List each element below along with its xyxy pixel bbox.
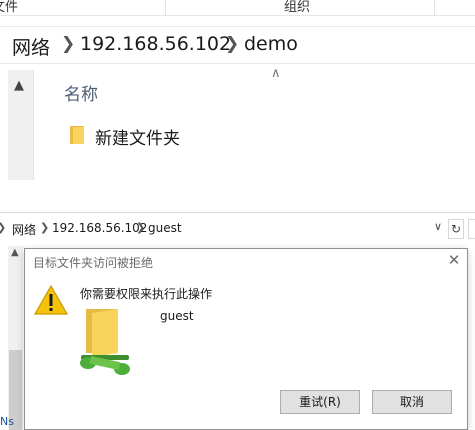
breadcrumb-folder[interactable]: demo — [244, 33, 298, 55]
breadcrumb-host[interactable]: 192.168.56.102 — [80, 33, 231, 55]
folder-icon — [70, 126, 84, 144]
ribbon-separator — [165, 0, 166, 16]
column-header-name[interactable]: 名称 — [64, 80, 98, 105]
scroll-up-icon[interactable]: ▲ — [14, 78, 24, 93]
address-bar[interactable]: 网络 ❯ 192.168.56.102 ❯ demo — [0, 26, 475, 64]
dialog-item-name: guest — [160, 309, 194, 323]
network-folder-icon — [80, 309, 130, 375]
ribbon-strip: 文件 组织 — [0, 0, 475, 16]
window-divider — [0, 212, 475, 213]
dialog-title: 目标文件夹访问被拒绝 — [33, 256, 154, 270]
nav-pane-scrollbar[interactable]: ▲ — [8, 70, 34, 180]
chevron-right-icon[interactable]: ❯ — [136, 221, 145, 234]
scroll-up-icon[interactable]: ▲ — [11, 247, 19, 258]
chevron-right-icon[interactable]: ❯ — [225, 34, 239, 54]
refresh-button[interactable]: ↻ — [448, 219, 464, 239]
cancel-button[interactable]: 取消 — [372, 390, 452, 414]
ribbon-tab-file[interactable]: 文件 — [0, 0, 18, 15]
search-box[interactable] — [468, 219, 475, 239]
dialog-message: 你需要权限来执行此操作 — [80, 287, 213, 301]
chevron-down-icon[interactable]: ∨ — [434, 220, 442, 233]
left-edge-text: Ns — [0, 415, 14, 428]
chevron-right-icon[interactable]: ❯ — [0, 221, 6, 234]
address-bar-breadcrumb: ❯ 网络 ❯ 192.168.56.102 ❯ guest — [0, 219, 475, 239]
list-item-name[interactable]: 新建文件夹 — [95, 124, 180, 149]
breadcrumb-network[interactable]: 网络 — [12, 221, 36, 238]
warning-icon — [34, 284, 68, 315]
breadcrumb-host[interactable]: 192.168.56.102 — [52, 221, 147, 235]
ribbon-group-label: 组织 — [284, 0, 311, 15]
close-icon[interactable]: ✕ — [443, 250, 465, 270]
chevron-right-icon[interactable]: ❯ — [40, 221, 49, 234]
chevron-right-icon[interactable]: ❯ — [61, 34, 75, 54]
retry-button[interactable]: 重试(R) — [280, 390, 360, 414]
sort-ascending-icon: ∧ — [271, 66, 281, 81]
nav-pane-scrollbar[interactable]: ▲ — [8, 246, 23, 430]
breadcrumb-folder[interactable]: guest — [148, 221, 182, 235]
breadcrumb-network[interactable]: 网络 — [12, 33, 50, 60]
ribbon-separator — [434, 0, 435, 16]
